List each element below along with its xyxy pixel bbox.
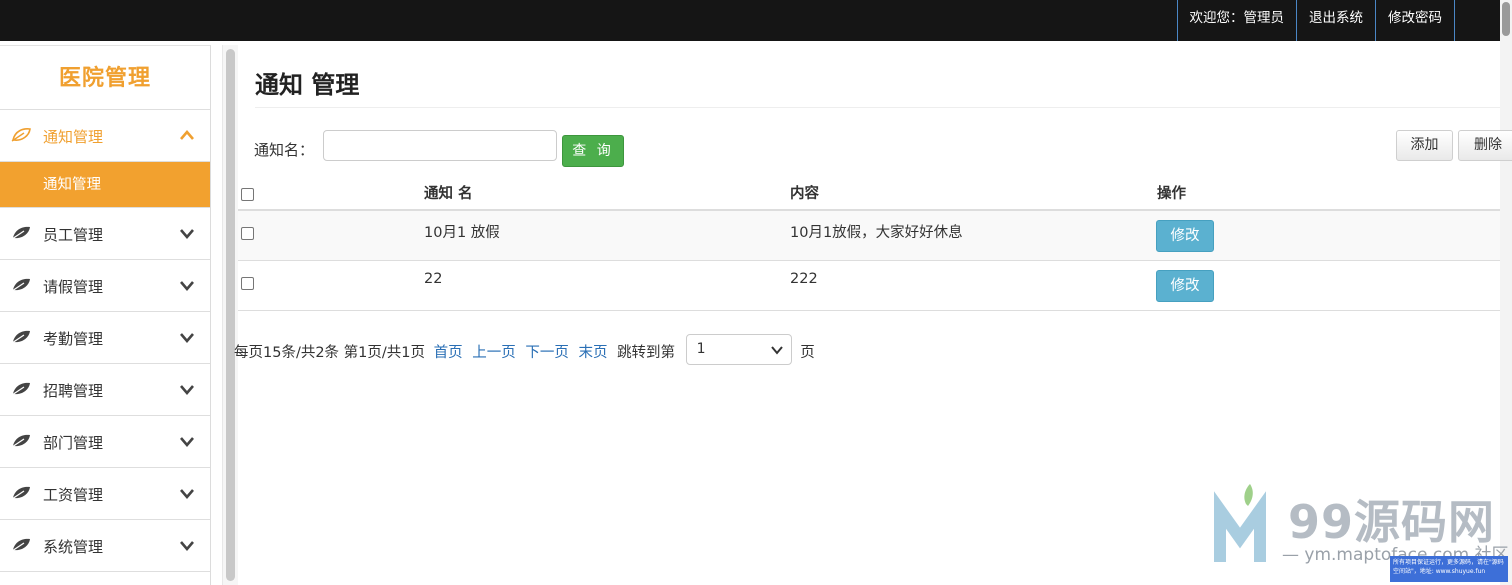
sidebar-item-salary[interactable]: 工资管理 xyxy=(0,468,210,520)
select-all-checkbox[interactable] xyxy=(241,188,254,201)
sidebar-brand: 医院管理 xyxy=(0,46,210,110)
cell-notice-name: 22 xyxy=(424,271,443,287)
edit-button[interactable]: 修改 xyxy=(1156,270,1214,302)
title-divider xyxy=(255,107,1500,108)
row-checkbox[interactable] xyxy=(241,227,254,240)
top-nav-links: 欢迎您：管理员 退出系统 修改密码 xyxy=(1176,0,1455,41)
leaf-icon xyxy=(11,486,30,500)
search-label: 通知名： xyxy=(254,141,315,159)
sidebar-item-staff[interactable]: 员工管理 xyxy=(0,208,210,260)
page-scrollbar-thumb[interactable] xyxy=(1502,2,1510,36)
watermark-notice: 所有项目保证运行，更多源码，请在"源码空间站"，地址: www.shuyue.f… xyxy=(1390,556,1508,582)
leaf-icon xyxy=(11,128,31,142)
sidebar-item-recruit[interactable]: 招聘管理 xyxy=(0,364,210,416)
cell-notice-name: 10月1 放假 xyxy=(424,225,500,241)
prev-page-link[interactable]: 上一页 xyxy=(472,345,516,361)
sidebar-item-department[interactable]: 部门管理 xyxy=(0,416,210,468)
table-row: 10月1 放假 10月1放假，大家好好休息 修改 xyxy=(238,211,1500,261)
column-header-action: 操作 xyxy=(1157,186,1186,202)
first-page-link[interactable]: 首页 xyxy=(434,345,463,361)
next-page-link[interactable]: 下一页 xyxy=(525,345,569,361)
chevron-down-icon xyxy=(770,345,783,355)
sidebar-item-label: 工资管理 xyxy=(43,486,104,504)
sidebar-item-label: 系统管理 xyxy=(43,538,104,556)
sidebar-scrollbar-thumb[interactable] xyxy=(226,49,235,581)
table-header-row: 通知 名 内容 操作 xyxy=(238,171,1500,211)
jump-label: 跳转到第 xyxy=(617,345,676,361)
leaf-icon xyxy=(11,538,30,552)
cell-notice-content: 222 xyxy=(790,271,818,287)
leaf-icon xyxy=(11,226,30,240)
welcome-user-link[interactable]: 欢迎您：管理员 xyxy=(1176,0,1297,41)
sidebar-item-attendance[interactable]: 考勤管理 xyxy=(0,312,210,364)
leaf-icon xyxy=(11,278,30,292)
logout-link[interactable]: 退出系统 xyxy=(1296,0,1375,41)
watermark: 99源码网 — ym.maptoface.com 社区 所有项目保证运行，更多源… xyxy=(1210,478,1510,585)
delete-button[interactable]: 删除 xyxy=(1458,130,1512,161)
sidebar-item-label: 通知管理 xyxy=(43,128,104,146)
search-button[interactable]: 查 询 xyxy=(562,135,624,167)
chevron-down-icon xyxy=(180,281,194,291)
page-jump-value: 1 xyxy=(696,340,706,357)
sidebar-item-notice[interactable]: 通知管理 xyxy=(0,110,210,162)
chevron-down-icon xyxy=(180,229,194,239)
notice-table: 通知 名 内容 操作 10月1 放假 10月1放假，大家好好休息 修改 22 2… xyxy=(238,171,1500,311)
column-header-name: 通知 名 xyxy=(424,186,473,202)
cell-notice-content: 10月1放假，大家好好休息 xyxy=(790,225,963,241)
chevron-down-icon xyxy=(180,437,194,447)
sidebar-scrollbar[interactable] xyxy=(222,45,238,585)
sidebar-subitem-notice-manage[interactable]: 通知管理 xyxy=(0,162,210,208)
sidebar-item-label: 员工管理 xyxy=(43,226,104,244)
pagination-summary: 每页15条/共2条 第1页/共1页 xyxy=(234,345,426,361)
table-row: 22 222 修改 xyxy=(238,261,1500,311)
row-checkbox[interactable] xyxy=(241,277,254,290)
page-suffix: 页 xyxy=(800,345,815,361)
leaf-icon xyxy=(11,330,30,344)
sidebar-item-label: 请假管理 xyxy=(43,278,104,296)
sidebar-item-label: 部门管理 xyxy=(43,434,104,452)
notice-name-search-input[interactable] xyxy=(323,130,557,161)
top-navbar: 欢迎您：管理员 退出系统 修改密码 xyxy=(0,0,1500,41)
sidebar: 医院管理 通知管理 通知管理 员工管理 请假管理 考勤管理 招聘管理 部门管理 … xyxy=(0,45,211,585)
chevron-up-icon xyxy=(180,130,194,140)
chevron-down-icon xyxy=(180,489,194,499)
sidebar-item-label: 招聘管理 xyxy=(43,382,104,400)
change-password-link[interactable]: 修改密码 xyxy=(1375,0,1455,41)
chevron-down-icon xyxy=(180,541,194,551)
page-title: 通知 管理 xyxy=(255,71,360,99)
sidebar-item-label: 考勤管理 xyxy=(43,330,104,348)
edit-button[interactable]: 修改 xyxy=(1156,220,1214,252)
pagination: 每页15条/共2条 第1页/共1页 首页 上一页 下一页 末页 跳转到第 1 页 xyxy=(234,333,819,365)
leaf-icon xyxy=(11,382,30,396)
sidebar-item-leave[interactable]: 请假管理 xyxy=(0,260,210,312)
leaf-icon xyxy=(11,434,30,448)
watermark-logo-icon xyxy=(1214,484,1266,562)
sidebar-item-system[interactable]: 系统管理 xyxy=(0,520,210,572)
chevron-down-icon xyxy=(180,333,194,343)
column-header-content: 内容 xyxy=(790,186,819,202)
last-page-link[interactable]: 末页 xyxy=(578,345,607,361)
add-button[interactable]: 添加 xyxy=(1396,130,1453,161)
page-jump-select[interactable]: 1 xyxy=(685,333,792,365)
chevron-down-icon xyxy=(180,385,194,395)
